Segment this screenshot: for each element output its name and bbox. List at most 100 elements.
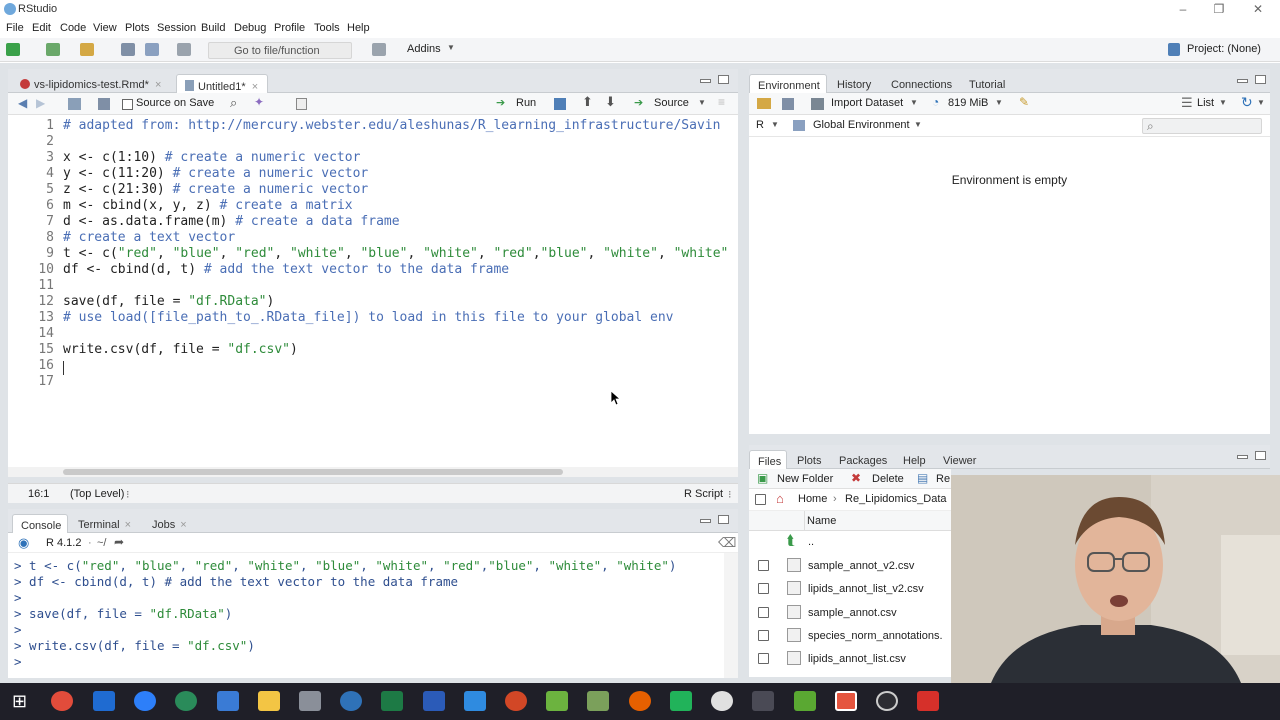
name-column-header[interactable]: Name: [807, 515, 836, 527]
chevron-down-icon[interactable]: ▼: [698, 98, 706, 107]
refresh-icon[interactable]: ↻: [1241, 94, 1253, 111]
code-line[interactable]: write.csv(df, file = "df.csv"): [63, 342, 298, 358]
wand-icon[interactable]: ✦: [254, 95, 264, 109]
environment-search-input[interactable]: ⌕: [1142, 118, 1262, 134]
outlook-icon[interactable]: [93, 691, 115, 711]
menu-session[interactable]: Session: [157, 22, 196, 34]
delete-button[interactable]: Delete: [872, 473, 904, 485]
maximize-pane-icon[interactable]: [718, 515, 729, 524]
code-line[interactable]: y <- c(11:20) # create a numeric vector: [63, 166, 368, 182]
menu-plots[interactable]: Plots: [125, 22, 149, 34]
back-arrow-icon[interactable]: ◀: [18, 96, 27, 110]
run-button[interactable]: Run: [516, 97, 536, 109]
working-directory[interactable]: ~/: [97, 537, 106, 549]
addins-menu[interactable]: Addins: [407, 43, 441, 55]
save-icon[interactable]: [98, 98, 110, 110]
project-menu[interactable]: Project: (None): [1187, 43, 1261, 55]
code-line[interactable]: m <- cbind(x, y, z) # create a matrix: [63, 198, 353, 214]
file-name-link[interactable]: lipids_annot_list_v2.csv: [808, 583, 924, 595]
menu-code[interactable]: Code: [60, 22, 86, 34]
new-file-icon[interactable]: [6, 43, 20, 56]
scope-selector[interactable]: Global Environment: [813, 119, 910, 131]
file-name-link[interactable]: sample_annot.csv: [808, 607, 897, 619]
print-icon[interactable]: [177, 43, 191, 56]
source-button[interactable]: Source: [654, 97, 689, 109]
powerpoint-icon[interactable]: [505, 691, 527, 711]
console-output[interactable]: > t <- c("red", "blue", "red", "white", …: [8, 553, 724, 678]
scope-indicator[interactable]: (Top Level): [70, 488, 124, 500]
menu-build[interactable]: Build: [201, 22, 225, 34]
code-line[interactable]: save(df, file = "df.RData"): [63, 294, 274, 310]
code-line[interactable]: t <- c("red", "blue", "red", "white", "b…: [63, 246, 728, 262]
up-arrow-icon[interactable]: ⬆: [582, 94, 593, 110]
code-line[interactable]: # use load([file_path_to_.RData_file]) t…: [63, 310, 673, 326]
file-explorer-icon[interactable]: [258, 691, 280, 711]
rerun-icon[interactable]: [554, 98, 566, 110]
firefox-icon[interactable]: [629, 691, 651, 711]
breadcrumb-folder[interactable]: Re_Lipidomics_Data: [845, 493, 947, 505]
open-directory-icon[interactable]: ➦: [114, 535, 124, 549]
r-taskbar-icon[interactable]: [340, 691, 362, 711]
browser-icon[interactable]: [175, 691, 197, 711]
file-name-link[interactable]: sample_annot_v2.csv: [808, 560, 914, 572]
code-line[interactable]: x <- c(1:10) # create a numeric vector: [63, 150, 360, 166]
outline-toggle-icon[interactable]: ≡: [718, 95, 725, 109]
file-type-selector[interactable]: R Script: [684, 488, 723, 500]
rstudio-taskbar-icon[interactable]: [217, 691, 239, 711]
maximize-pane-icon[interactable]: [718, 75, 729, 84]
language-selector[interactable]: R: [756, 119, 764, 131]
close-icon[interactable]: ✕: [1251, 2, 1265, 16]
source-on-save-checkbox[interactable]: [122, 99, 133, 110]
save-all-icon[interactable]: [145, 43, 159, 56]
broom-icon[interactable]: ✎: [1019, 95, 1029, 109]
close-tab-icon[interactable]: ×: [252, 81, 258, 93]
close-tab-icon[interactable]: ×: [155, 79, 161, 91]
maximize-pane-icon[interactable]: [1255, 451, 1266, 460]
file-checkbox[interactable]: [758, 653, 769, 665]
menu-file[interactable]: File: [6, 22, 24, 34]
new-folder-button[interactable]: New Folder: [777, 473, 833, 485]
import-dataset-button[interactable]: Import Dataset: [831, 97, 903, 109]
minimize-icon[interactable]: –: [1176, 2, 1190, 16]
notepad-icon[interactable]: [587, 691, 609, 711]
file-name-link[interactable]: species_norm_annotations.: [808, 630, 943, 642]
close-tab-icon[interactable]: ×: [180, 519, 186, 531]
maximize-icon[interactable]: ❐: [1212, 2, 1226, 16]
file-name-link[interactable]: lipids_annot_list.csv: [808, 653, 906, 665]
menu-edit[interactable]: Edit: [32, 22, 51, 34]
code-line[interactable]: # adapted from: http://mercury.webster.e…: [63, 118, 720, 134]
code-line[interactable]: z <- c(21:30) # create a numeric vector: [63, 182, 368, 198]
menu-debug[interactable]: Debug: [234, 22, 266, 34]
github-icon[interactable]: [876, 691, 898, 711]
breadcrumb-home[interactable]: Home: [798, 493, 827, 505]
windows-start-icon[interactable]: ⊞: [12, 691, 27, 712]
code-line[interactable]: df <- cbind(d, t) # add the text vector …: [63, 262, 509, 278]
new-project-icon[interactable]: [46, 43, 60, 56]
word-icon[interactable]: [423, 691, 445, 711]
console-scrollbar[interactable]: [724, 553, 738, 678]
menu-help[interactable]: Help: [347, 22, 370, 34]
file-checkbox[interactable]: [758, 583, 769, 595]
file-row[interactable]: lipids_annot_list_v2.csv: [749, 577, 949, 600]
search-icon[interactable]: ⌕: [230, 95, 237, 111]
parent-directory-row[interactable]: ⮬..: [749, 531, 949, 554]
menu-view[interactable]: View: [93, 22, 117, 34]
camtasia-icon[interactable]: [794, 691, 816, 711]
acrobat-icon[interactable]: [917, 691, 939, 711]
recorder-icon[interactable]: [835, 691, 857, 711]
zoom-icon[interactable]: [134, 691, 156, 711]
vscode-icon[interactable]: [464, 691, 486, 711]
maximize-pane-icon[interactable]: [1255, 75, 1266, 84]
open-file-icon[interactable]: [80, 43, 94, 56]
excel-icon[interactable]: [381, 691, 403, 711]
file-row[interactable]: sample_annot_v2.csv: [749, 554, 949, 577]
forward-arrow-icon[interactable]: ▶: [36, 96, 45, 110]
rename-button[interactable]: Re: [936, 473, 950, 485]
menu-tools[interactable]: Tools: [314, 22, 340, 34]
save-workspace-icon[interactable]: [782, 98, 794, 110]
minimize-pane-icon[interactable]: [1237, 455, 1248, 459]
code-editor[interactable]: 1 2 3 4 5 6 7 8 9 10 11 12 13 14 15 16 17 # adapted from…: [8, 115, 738, 477]
minimize-pane-icon[interactable]: [700, 79, 711, 83]
workspace-panes-icon[interactable]: [372, 43, 386, 56]
load-workspace-icon[interactable]: [757, 98, 771, 109]
